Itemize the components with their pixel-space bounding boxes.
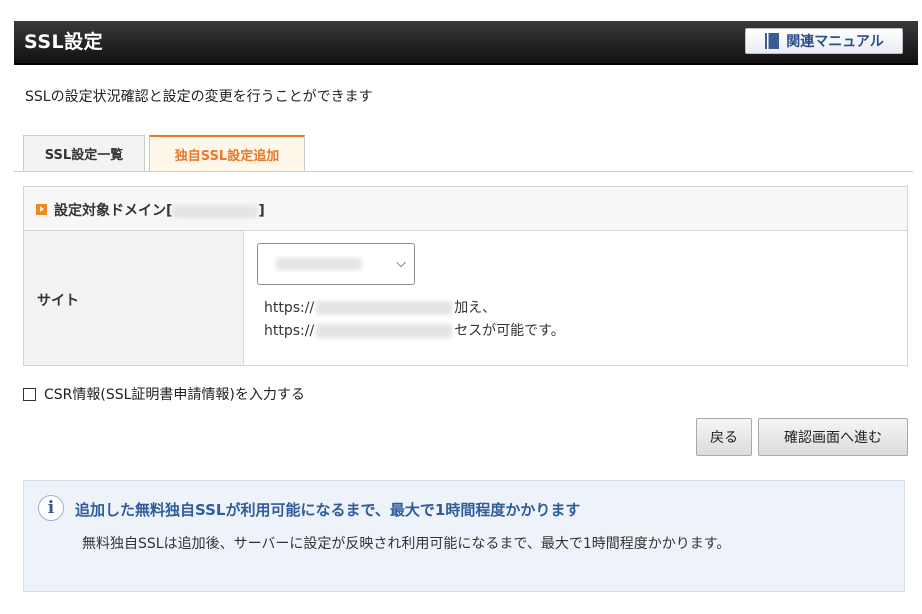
info-title: 追加した無料独自SSLが利用可能になるまで、最大で1時間程度かかります xyxy=(75,501,581,519)
csr-checkbox-row[interactable]: CSR情報(SSL証明書申請情報)を入力する xyxy=(23,384,305,404)
redacted-domain xyxy=(172,204,259,218)
tab-add-ssl[interactable]: 独自SSL設定追加 xyxy=(149,135,305,172)
redacted-url-2 xyxy=(316,324,453,338)
related-manual-label: 関連マニュアル xyxy=(786,34,884,50)
related-manual-button[interactable]: 関連マニュアル xyxy=(745,28,903,54)
confirm-button[interactable]: 確認画面へ進む xyxy=(758,418,908,456)
panel-header: 設定対象ドメイン[] xyxy=(24,187,907,231)
info-body: 無料独自SSLは追加後、サーバーに設定が反映され利用可能になるまで、最大で1時間… xyxy=(82,536,731,552)
csr-checkbox-label: CSR情報(SSL証明書申請情報)を入力する xyxy=(44,387,305,403)
site-label: サイト xyxy=(37,293,79,309)
intro-text: SSLの設定状況確認と設定の変更を行うことができます xyxy=(25,89,373,105)
site-label-cell: サイト xyxy=(24,231,244,365)
redacted-site-value xyxy=(276,258,362,270)
page-header: SSL設定 関連マニュアル xyxy=(14,21,918,65)
csr-checkbox[interactable] xyxy=(23,387,36,401)
target-domain-prefix: 設定対象ドメイン[ xyxy=(54,203,173,219)
back-button[interactable]: 戻る xyxy=(696,418,752,456)
manual-book-icon xyxy=(765,33,780,49)
note-line-1: https://加え、 xyxy=(264,300,497,316)
settings-panel: 設定対象ドメイン[] サイト ⌵ https://加え、 https://セスが… xyxy=(23,186,908,366)
note-line-2: https://セスが可能です。 xyxy=(264,323,565,339)
info-notice: i 追加した無料独自SSLが利用可能になるまで、最大で1時間程度かかります 無料… xyxy=(23,480,905,592)
target-domain-title: 設定対象ドメイン[] xyxy=(54,200,265,220)
redacted-url-1 xyxy=(316,301,453,315)
chevron-down-icon: ⌵ xyxy=(396,256,406,271)
target-domain-suffix: ] xyxy=(258,203,265,219)
tab-divider xyxy=(14,171,913,172)
arrow-marker-icon xyxy=(36,204,47,215)
info-icon: i xyxy=(38,495,64,521)
page-title: SSL設定 xyxy=(24,31,104,53)
site-select[interactable]: ⌵ xyxy=(257,243,415,285)
tab-ssl-list[interactable]: SSL設定一覧 xyxy=(23,135,145,171)
